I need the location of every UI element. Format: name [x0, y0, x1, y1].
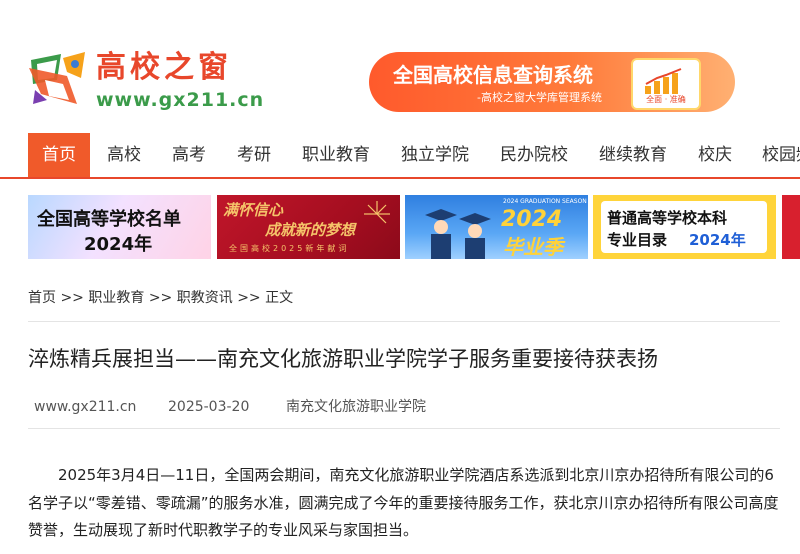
nav-item-kaoyan[interactable]: 考研: [237, 133, 271, 177]
site-logo[interactable]: 高校之窗 www.gx211.cn: [0, 0, 263, 120]
nav-item-continuing[interactable]: 继续教育: [599, 133, 667, 177]
promo-college-list-line1: 全国高等学校名单: [37, 209, 181, 230]
banner-title: 全国高校信息查询系统: [393, 63, 593, 87]
promo-college-list-line2: 2024年: [84, 234, 153, 255]
banner-subtitle: -高校之窗大学库管理系统: [477, 91, 602, 104]
nav-item-private[interactable]: 民办院校: [500, 133, 568, 177]
nav-item-campus[interactable]: 校园频: [762, 133, 800, 177]
nav-item-home[interactable]: 首页: [28, 133, 90, 177]
promo-graduation-caption: 2024 GRADUATION SEASON: [503, 198, 587, 205]
promo-major-catalog-line2a: 专业目录: [607, 231, 668, 249]
site-header: 高校之窗 www.gx211.cn 全国高校信息查询系统 -高校之窗大学库管理系…: [0, 0, 800, 132]
meta-divider: [28, 428, 780, 429]
nav-item-anniversary[interactable]: 校庆: [698, 133, 732, 177]
promo-major-catalog-line2b: 2024年: [689, 231, 746, 249]
promo-new-year[interactable]: 满怀信心 成就新的梦想 全国高校2025新年献词: [217, 195, 400, 259]
firework-decoration-icon: [364, 201, 390, 224]
nav-item-gaokao[interactable]: 高考: [172, 133, 206, 177]
query-system-banner[interactable]: 全国高校信息查询系统 -高校之窗大学库管理系统 全面 · 准确: [369, 52, 735, 112]
promo-major-catalog[interactable]: 普通高等学校本科 专业目录 2024年: [593, 195, 776, 259]
article-title: 淬炼精兵展担当——南充文化旅游职业学院学子服务重要接待获表扬: [28, 347, 658, 371]
promo-graduation-word: 毕业季: [503, 235, 563, 259]
breadcrumb-separator: >>: [148, 290, 177, 306]
breadcrumb-divider: [28, 321, 780, 322]
article-source-site: www.gx211.cn: [34, 399, 137, 415]
graduates-illustration-icon: [425, 209, 491, 259]
main-nav: 首页 高校 高考 考研 职业教育 独立学院 民办院校 继续教育 校庆 校园频: [0, 133, 800, 179]
promo-new-year-caption: 全国高校2025新年献词: [229, 244, 350, 253]
article-date: 2025-03-20: [168, 399, 250, 415]
breadcrumb-separator: >>: [237, 290, 266, 306]
bar-chart-icon: [645, 68, 682, 94]
promo-new-year-line2: 成就新的梦想: [265, 221, 356, 239]
banner-card-label: 全面 · 准确: [646, 95, 686, 104]
article-body: 2025年3月4日—11日，全国两会期间，南充文化旅游职业学院酒店系选派到北京川…: [28, 462, 780, 545]
breadcrumb-news[interactable]: 职教资讯: [177, 290, 233, 306]
breadcrumb-current: 正文: [265, 290, 294, 306]
nav-item-colleges[interactable]: 高校: [107, 133, 141, 177]
breadcrumb-vocational[interactable]: 职业教育: [88, 290, 144, 306]
promo-graduation[interactable]: 2024 GRADUATION SEASON 2024 毕业季: [405, 195, 588, 259]
promo-new-year-line1: 满怀信心: [223, 201, 284, 219]
breadcrumb-separator: >>: [60, 290, 89, 306]
article-author: 南充文化旅游职业学院: [286, 399, 426, 415]
promo-major-catalog-line1: 普通高等学校本科: [607, 209, 728, 227]
nav-item-vocational[interactable]: 职业教育: [302, 133, 370, 177]
article-paragraph: 2025年3月4日—11日，全国两会期间，南充文化旅游职业学院酒店系选派到北京川…: [28, 466, 779, 539]
logo-mark-icon: [29, 52, 85, 104]
banner-chart-card: 全面 · 准确: [631, 58, 701, 110]
nav-item-independent[interactable]: 独立学院: [401, 133, 469, 177]
breadcrumb-home[interactable]: 首页: [28, 290, 56, 306]
promo-partial-next[interactable]: [782, 195, 800, 259]
promo-college-list[interactable]: 全国高等学校名单 2024年: [28, 195, 211, 259]
breadcrumb: 首页 >> 职业教育 >> 职教资讯 >> 正文: [28, 289, 293, 307]
logo-title: 高校之窗: [96, 50, 232, 85]
promo-graduation-year: 2024: [501, 207, 563, 232]
logo-url: www.gx211.cn: [96, 89, 265, 111]
